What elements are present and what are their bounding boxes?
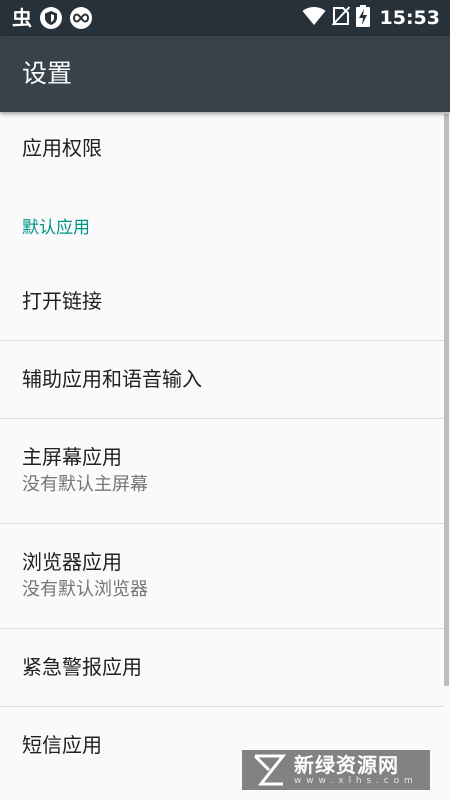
bug-icon: 虫	[12, 6, 32, 30]
list-item-open-links[interactable]: 打开链接	[0, 287, 444, 315]
divider	[0, 418, 444, 419]
list-item-title: 浏览器应用	[22, 550, 122, 574]
divider	[0, 628, 444, 629]
list-item-title: 应用权限	[22, 136, 102, 160]
section-header-default-apps: 默认应用	[22, 218, 90, 238]
list-item-emergency-alerts[interactable]: 紧急警报应用	[0, 653, 444, 681]
watermark-logo-icon	[253, 754, 286, 786]
app-toolbar: 设置	[0, 36, 450, 112]
list-item-app-permissions[interactable]: 应用权限	[0, 134, 444, 162]
list-item-summary: 没有默认浏览器	[22, 579, 148, 600]
no-sim-icon	[331, 6, 350, 30]
list-item-title: 辅助应用和语音输入	[22, 367, 202, 391]
status-bar-system-icons: 15:53	[302, 5, 440, 31]
watermark-text: 新绿资源网	[294, 752, 399, 777]
status-time: 15:53	[379, 7, 440, 29]
divider	[0, 340, 444, 341]
list-item-title: 主屏幕应用	[22, 445, 122, 469]
watermark-text-group: 新绿资源网 w w w . x l h s . c o m	[294, 754, 414, 787]
list-item-assist-voice-input[interactable]: 辅助应用和语音输入	[0, 365, 444, 393]
divider	[0, 523, 444, 524]
watermark-url: w w w . x l h s . c o m	[294, 775, 414, 786]
watermark: 新绿资源网 w w w . x l h s . c o m	[242, 750, 430, 790]
status-bar-notifications: 虫	[12, 6, 92, 30]
list-item-title: 紧急警报应用	[22, 655, 142, 679]
divider	[0, 706, 444, 707]
scrollbar[interactable]	[444, 114, 449, 686]
settings-screen: 虫 15:53 设置 应用权限 默认应用 打开链接 辅助应用和语音输入 主屏幕应…	[0, 0, 450, 800]
list-item-summary: 没有默认主屏幕	[22, 474, 148, 495]
list-item-title: 打开链接	[22, 289, 102, 313]
list-item-home-app[interactable]: 主屏幕应用 没有默认主屏幕	[0, 443, 444, 497]
status-bar: 虫 15:53	[0, 0, 450, 36]
list-item-browser-app[interactable]: 浏览器应用 没有默认浏览器	[0, 548, 444, 602]
wifi-icon	[302, 6, 326, 30]
settings-list[interactable]: 应用权限 默认应用 打开链接 辅助应用和语音输入 主屏幕应用 没有默认主屏幕 浏…	[0, 112, 450, 800]
infinity-icon	[70, 7, 92, 29]
battery-charging-icon	[355, 5, 370, 31]
shield-icon	[40, 7, 62, 29]
page-title: 设置	[22, 59, 73, 88]
